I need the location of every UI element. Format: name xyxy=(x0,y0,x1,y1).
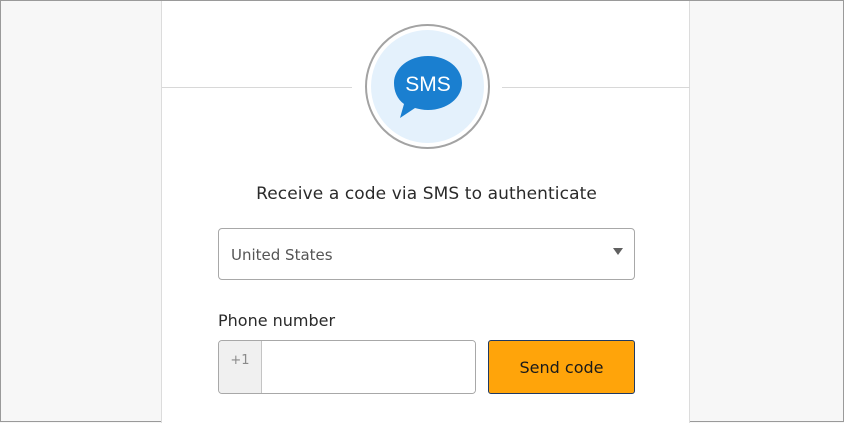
divider-left xyxy=(162,87,352,88)
country-code-prefix: +1 xyxy=(219,341,262,393)
phone-number-input[interactable] xyxy=(263,341,475,393)
phone-input-group: +1 xyxy=(218,340,476,394)
phone-number-label: Phone number xyxy=(218,311,336,330)
country-select-value: United States xyxy=(231,246,333,264)
sms-badge: SMS xyxy=(365,24,490,149)
sms-chat-bubble-icon: SMS xyxy=(394,56,462,118)
page-heading: Receive a code via SMS to authenticate xyxy=(256,184,597,204)
auth-card: SMS Receive a code via SMS to authentica… xyxy=(161,1,690,423)
country-select[interactable]: United States xyxy=(218,228,635,280)
sms-icon-text: SMS xyxy=(405,73,451,96)
divider-right xyxy=(502,87,690,88)
page-frame: SMS Receive a code via SMS to authentica… xyxy=(0,0,844,423)
send-code-button[interactable]: Send code xyxy=(488,340,635,394)
chevron-down-icon xyxy=(613,248,623,255)
